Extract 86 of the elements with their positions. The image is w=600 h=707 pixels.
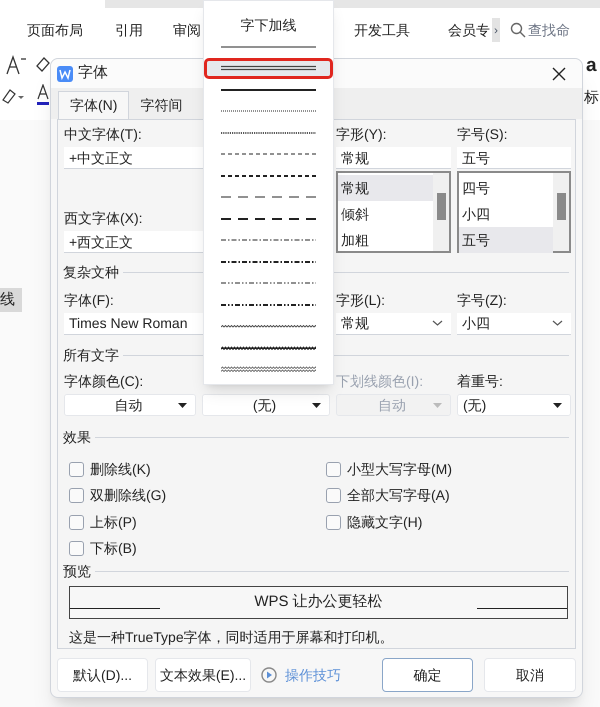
field-label: 着重号: — [457, 373, 503, 390]
chevron-down-icon — [432, 320, 443, 327]
scrollbar[interactable] — [553, 173, 569, 251]
list-item[interactable]: 加粗 — [338, 227, 433, 253]
field-label: 字号(S): — [457, 126, 508, 143]
play-icon — [261, 667, 277, 683]
line-style-icon — [221, 322, 316, 330]
line-style-icon — [221, 344, 316, 352]
menu-heading: 字下加线 — [240, 16, 298, 35]
search-icon — [510, 22, 526, 38]
line-style-icon — [221, 365, 316, 374]
style-preview[interactable]: a — [586, 52, 597, 80]
checkbox-label: 全部大写字母(A) — [347, 486, 450, 506]
checkbox[interactable] — [69, 488, 84, 504]
input-field[interactable]: 常规 — [336, 147, 451, 169]
field-label: 中文字体(T): — [64, 126, 142, 143]
checkbox-label: 小型大写字母(M) — [347, 460, 452, 479]
field-label: 西文字体(X): — [64, 210, 143, 227]
window-title: 字体 — [78, 63, 108, 84]
ribbon-tab[interactable]: 页面布局 — [27, 20, 83, 40]
section-title: 复杂文种 — [63, 263, 119, 282]
checkbox-label: 双删除线(G) — [90, 486, 166, 506]
search-field[interactable]: 查找命 — [510, 20, 570, 40]
list-item[interactable]: 倾斜 — [338, 201, 433, 227]
field-label: 字形(L): — [336, 292, 385, 309]
document-text: 线 — [0, 288, 22, 312]
toolbar-label[interactable]: 标 — [584, 87, 599, 110]
chevron-down-icon — [552, 320, 563, 327]
dropdown[interactable]: 自动 — [64, 394, 196, 416]
triangle-down-icon — [553, 403, 562, 408]
underline-option[interactable] — [204, 58, 333, 79]
tab[interactable]: 字体(N) — [58, 91, 130, 119]
list-item[interactable]: 四号 — [459, 175, 553, 201]
ribbon-tab[interactable]: 引用 — [115, 20, 143, 40]
field-label: 字号(Z): — [457, 292, 507, 309]
triangle-down-icon — [312, 403, 321, 408]
line-style-icon — [221, 64, 316, 72]
dropdown[interactable]: 小四 — [457, 313, 571, 335]
field-label: 字体颜色(C): — [64, 373, 144, 390]
eraser-icon — [36, 57, 50, 73]
section-title: 所有文字 — [63, 346, 119, 365]
list-item[interactable]: 五号 — [459, 227, 553, 253]
cancel-button[interactable]: 取消 — [484, 658, 576, 692]
more-tabs-button[interactable]: › — [492, 18, 500, 42]
dropdown[interactable]: (无) — [202, 394, 330, 416]
triangle-down-icon — [433, 403, 442, 408]
list-item[interactable]: 小四 — [459, 201, 553, 227]
checkbox[interactable] — [326, 488, 341, 504]
checkbox-label: 删除线(K) — [90, 460, 151, 479]
checkbox[interactable] — [326, 514, 341, 530]
ribbon-tab[interactable]: 会员专 — [448, 20, 490, 40]
font-shrink-icon — [5, 55, 27, 75]
info-text: 这是一种TrueType字体，同时适用于屏幕和打印机。 — [69, 628, 395, 647]
scrollbar[interactable] — [433, 173, 449, 251]
font-color-icon — [37, 84, 49, 106]
button[interactable]: 文本效果(E)... — [155, 658, 251, 692]
preview-text: WPS 让办公更轻松 — [253, 592, 384, 612]
ribbon-tab[interactable]: 审阅 — [173, 20, 201, 40]
close-icon — [552, 66, 566, 80]
field-label: 字体(F): — [64, 292, 114, 309]
section-title: 效果 — [63, 428, 91, 447]
tab[interactable]: 字符间 — [129, 91, 194, 119]
button[interactable]: 默认(D)... — [57, 658, 148, 692]
checkbox-label: 下标(B) — [90, 539, 137, 558]
dropdown[interactable]: 常规 — [336, 313, 451, 335]
checkbox[interactable] — [69, 541, 84, 556]
ok-button[interactable]: 确定 — [382, 658, 473, 692]
triangle-down-icon — [178, 403, 187, 408]
checkbox[interactable] — [326, 462, 341, 477]
list-item[interactable]: 常规 — [338, 175, 433, 201]
dropdown[interactable]: (无) — [457, 394, 571, 416]
section-title: 预览 — [63, 562, 91, 581]
app-logo-icon — [57, 66, 73, 82]
highlighter-icon — [0, 87, 24, 105]
ribbon-tab[interactable]: 开发工具 — [354, 20, 410, 40]
scrollbar-thumb[interactable] — [436, 193, 446, 220]
checkbox-label: 上标(P) — [90, 512, 137, 532]
checkbox[interactable] — [69, 462, 84, 477]
field-label: 下划线颜色(I): — [336, 373, 424, 390]
list-box[interactable]: 常规 倾斜 加粗 — [336, 171, 451, 253]
scrollbar-thumb[interactable] — [556, 193, 566, 220]
input-field[interactable]: 五号 — [457, 147, 571, 169]
field-label: 字形(Y): — [336, 126, 387, 143]
list-box[interactable]: 四号 小四 五号 — [457, 171, 571, 253]
checkbox-label: 隐藏文字(H) — [347, 512, 422, 532]
checkbox[interactable] — [69, 514, 84, 530]
